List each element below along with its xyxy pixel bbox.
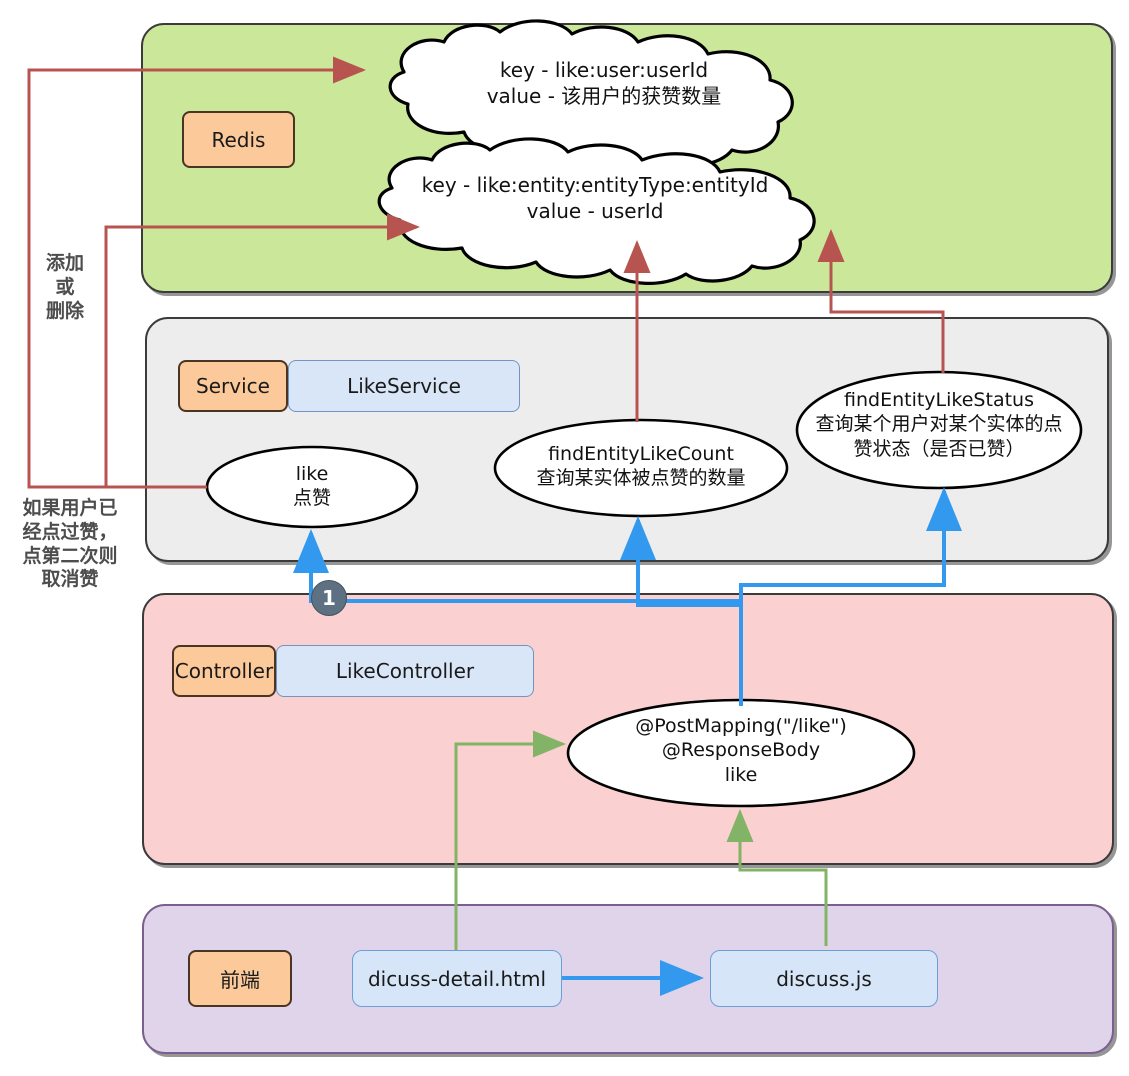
file-box-discuss-js[interactable]: discuss.js [710,950,938,1007]
oval-text-find-entity-like-count: findEntityLikeCount 查询某实体被点赞的数量 [496,442,786,491]
diagram-canvas: Redis Service LikeService Controller Lik… [0,0,1129,1076]
annotation-add-or-delete-line2: 或 [55,275,75,298]
lane-badge-service: Service [178,360,288,412]
cloud-entity-key-line1: key - like:entity:entityType:entityId [421,173,769,197]
lane-badge-controller: Controller [172,645,276,697]
endpoint-line-response-body: @ResponseBody [661,739,821,762]
diagram-vector-layer [27,19,1114,1054]
oval-status-desc-line1: 查询某个用户对某个实体的点 [815,413,1063,436]
class-box-like-service: LikeService [288,360,520,412]
annotation-already-liked: 如果用户已 经点过赞， 点第二次则 取消赞 [4,497,136,592]
cloud-entity-key-line2: value - userId [526,199,664,223]
cloud-text-like-user-key: key - like:user:userId value - 该用户的获赞数量 [404,57,804,109]
oval-status-desc-line2: 赞状态（是否已赞） [853,437,1025,460]
annotation-already-liked-line3: 点第二次则 [22,544,118,567]
oval-like-desc: 点赞 [292,487,331,510]
oval-status-name: findEntityLikeStatus [844,389,1034,411]
cloud-text-like-entity-key: key - like:entity:entityType:entityId va… [390,172,800,224]
cloud-user-key-line2: value - 该用户的获赞数量 [486,84,722,108]
file-box-discuss-detail-html[interactable]: dicuss-detail.html [352,950,562,1007]
annotation-already-liked-line1: 如果用户已 [22,497,118,519]
annotation-add-or-delete-line3: 删除 [45,299,84,322]
lane-badge-redis: Redis [182,111,295,168]
class-box-like-controller: LikeController [276,645,534,697]
annotation-already-liked-line4: 取消赞 [41,568,99,591]
step-badge-1: 1 [311,580,347,616]
endpoint-line-post-mapping: @PostMapping("/like") [635,715,847,737]
oval-text-like: like 点赞 [212,462,412,511]
oval-text-post-mapping-like: @PostMapping("/like") @ResponseBody like [581,714,901,787]
annotation-add-or-delete: 添加 或 删除 [24,252,106,323]
endpoint-line-method-name: like [724,763,758,786]
oval-text-find-entity-like-status: findEntityLikeStatus 查询某个用户对某个实体的点 赞状态（是… [798,388,1080,461]
annotation-already-liked-line2: 经点过赞， [22,520,118,543]
annotation-add-or-delete-line1: 添加 [45,252,84,274]
cloud-user-key-line1: key - like:user:userId [499,58,709,82]
oval-count-desc: 查询某实体被点赞的数量 [536,467,746,490]
oval-count-name: findEntityLikeCount [548,443,734,465]
lane-badge-frontend: 前端 [188,950,292,1007]
oval-like-name: like [295,463,329,485]
